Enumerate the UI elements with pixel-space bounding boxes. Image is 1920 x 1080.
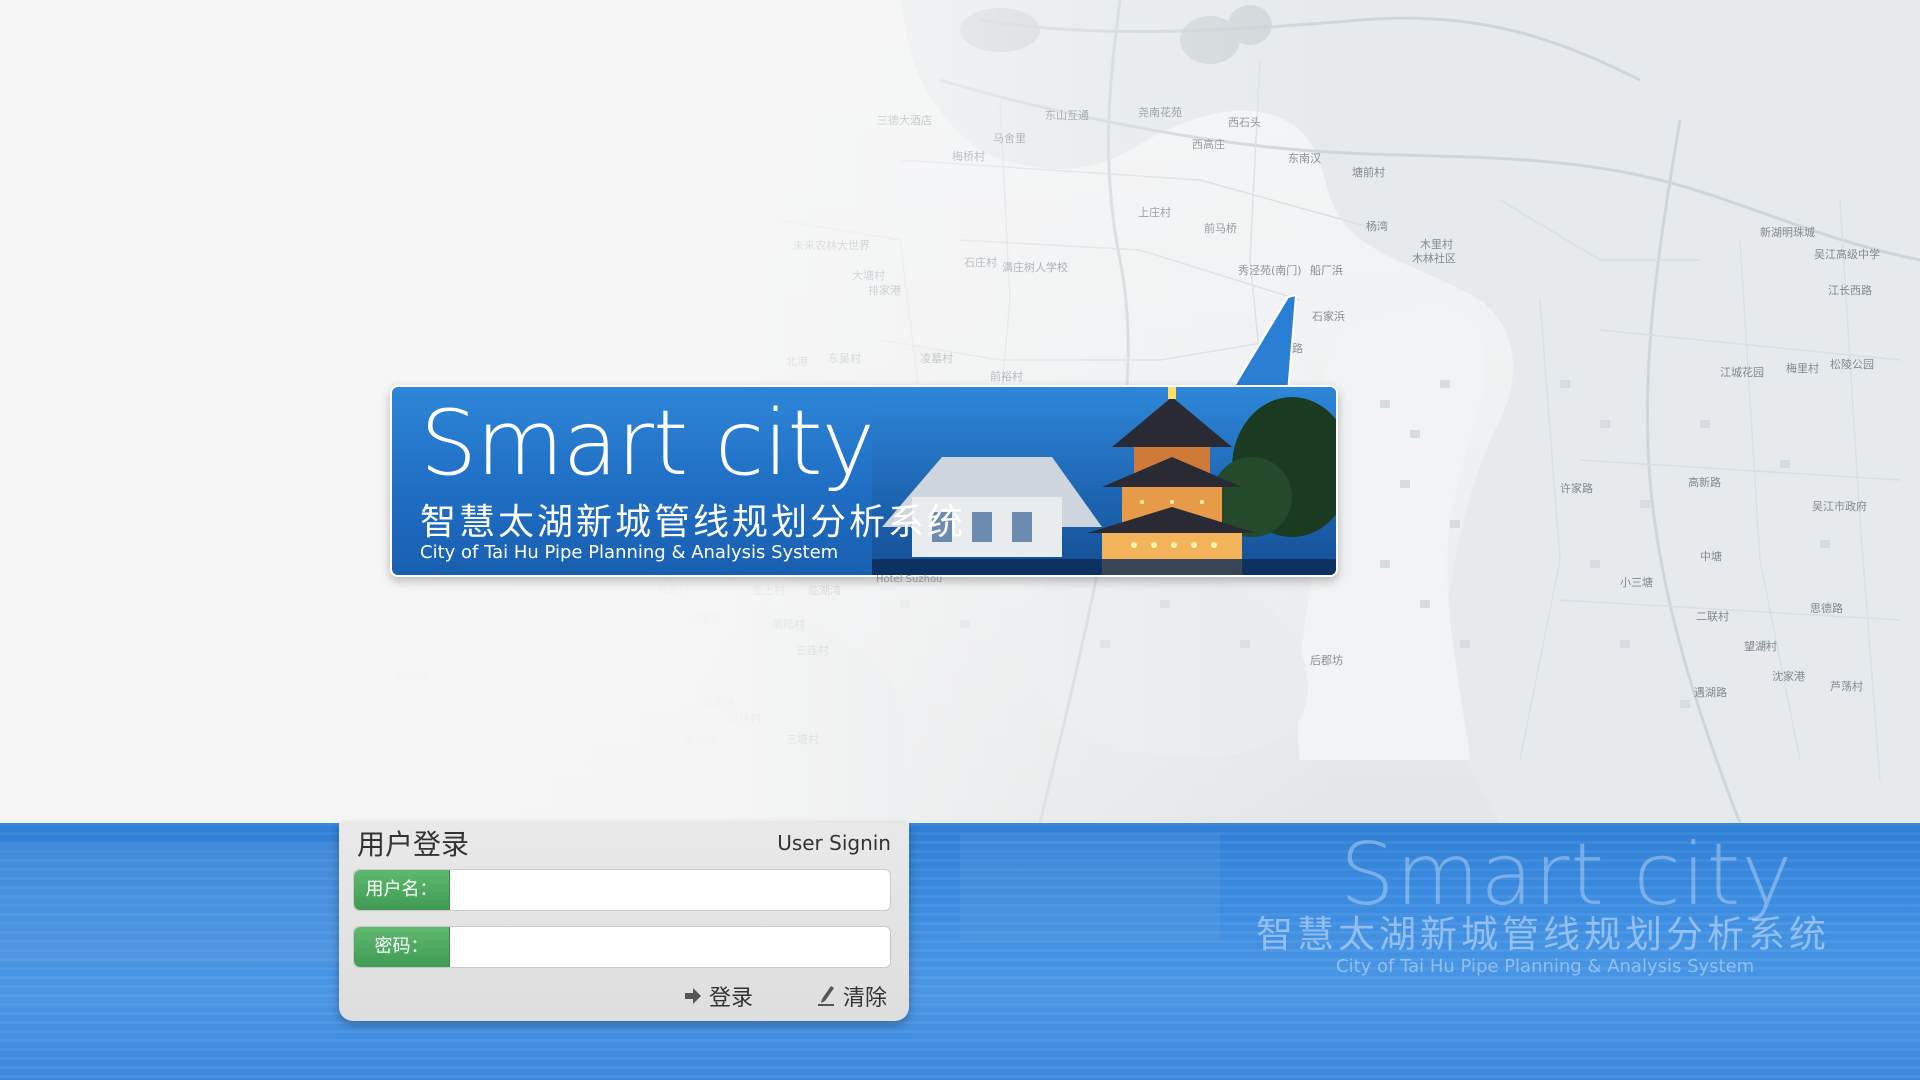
svg-text:石家浜: 石家浜 — [1312, 309, 1345, 323]
svg-text:秀泾苑(南门): 秀泾苑(南门) — [1238, 263, 1302, 277]
svg-text:梅桥村: 梅桥村 — [952, 149, 985, 163]
banner-subtitle-en: City of Tai Hu Pipe Planning & Analysis … — [420, 542, 839, 563]
svg-text:中塘: 中塘 — [1700, 549, 1722, 563]
pen-icon — [818, 986, 834, 1006]
svg-text:梅里村: 梅里村 — [1786, 361, 1819, 375]
login-panel: 用户登录 User Signin 用户名： 密码： 登录 清除 — [339, 823, 909, 1021]
svg-text:沈家港: 沈家港 — [1772, 669, 1805, 683]
svg-text:小三塘: 小三塘 — [1620, 575, 1653, 589]
svg-text:许家路: 许家路 — [1560, 481, 1593, 495]
login-button-label: 登录 — [709, 986, 754, 1011]
svg-text:木里村: 木里村 — [1420, 237, 1453, 251]
svg-text:吴江市政府: 吴江市政府 — [1812, 499, 1867, 513]
password-input[interactable] — [452, 929, 886, 965]
svg-text:临湖湾: 临湖湾 — [808, 583, 841, 597]
svg-text:石庄村: 石庄村 — [964, 255, 997, 269]
svg-text:未来农林大世界: 未来农林大世界 — [793, 238, 870, 252]
svg-text:木林社区: 木林社区 — [1412, 251, 1456, 265]
password-label: 密码： — [354, 927, 450, 967]
svg-text:大塘村: 大塘村 — [852, 268, 885, 282]
banner-subtitle-cn: 智慧太湖新城管线规划分析系统 — [420, 502, 967, 543]
svg-text:前马桥: 前马桥 — [1204, 221, 1237, 235]
svg-text:芦荡村: 芦荡村 — [1830, 679, 1863, 693]
svg-text:望湖村: 望湖村 — [1744, 639, 1777, 653]
banner-title: Smart city — [420, 391, 875, 496]
svg-text:白马涧: 白马涧 — [394, 669, 427, 683]
svg-text:马舍里: 马舍里 — [993, 131, 1026, 145]
svg-text:前陆村: 前陆村 — [772, 617, 805, 631]
svg-text:船厂浜: 船厂浜 — [1310, 263, 1343, 277]
svg-text:杨湾: 杨湾 — [1366, 219, 1388, 233]
svg-text:东南汉: 东南汉 — [1288, 152, 1321, 165]
svg-text:前陆村: 前陆村 — [728, 711, 761, 725]
pagoda-photo — [872, 387, 1336, 575]
login-button[interactable]: 登录 — [683, 981, 753, 1011]
svg-text:金上村: 金上村 — [752, 583, 785, 597]
svg-text:尧南花苑: 尧南花苑 — [1138, 106, 1182, 119]
reflection-block — [0, 843, 340, 963]
svg-text:东山互通: 东山互通 — [1045, 109, 1089, 122]
svg-text:三塘村: 三塘村 — [786, 732, 819, 746]
svg-text:松陵公园: 松陵公园 — [1830, 357, 1874, 371]
svg-text:三德大酒店: 三德大酒店 — [877, 113, 932, 127]
svg-text:上庄村: 上庄村 — [1138, 205, 1171, 219]
login-title: 用户登录 — [357, 828, 470, 861]
svg-text:吴江高级中学: 吴江高级中学 — [1814, 247, 1880, 261]
svg-text:凌墓村: 凌墓村 — [920, 351, 953, 365]
svg-text:西高庄: 西高庄 — [1192, 137, 1225, 151]
username-label: 用户名： — [354, 870, 450, 910]
svg-text:北港: 北港 — [786, 355, 808, 368]
password-field: 密码： — [353, 926, 891, 968]
watermark-subtitle-cn: 智慧太湖新城管线规划分析系统 — [1256, 913, 1830, 956]
clear-button[interactable]: 清除 — [817, 981, 887, 1011]
svg-text:排家港: 排家港 — [868, 283, 901, 297]
username-field: 用户名： — [353, 869, 891, 911]
svg-text:江长西路: 江长西路 — [1828, 284, 1872, 297]
svg-text:塘前村: 塘前村 — [1352, 165, 1385, 179]
svg-text:二联村: 二联村 — [1696, 609, 1729, 623]
svg-text:思德路: 思德路 — [1810, 601, 1843, 615]
reflection-block — [960, 833, 1220, 943]
svg-text:江城花园: 江城花园 — [1720, 366, 1764, 379]
watermark-subtitle-en: City of Tai Hu Pipe Planning & Analysis … — [1336, 956, 1755, 977]
svg-text:北西墩: 北西墩 — [702, 696, 735, 710]
svg-text:火烧浜: 火烧浜 — [688, 612, 721, 625]
arrow-right-icon — [685, 988, 701, 1004]
clear-button-label: 清除 — [843, 986, 888, 1011]
svg-text:东吴村: 东吴村 — [828, 351, 861, 365]
svg-text:满庄树人学校: 满庄树人学校 — [1002, 260, 1068, 274]
username-input[interactable] — [452, 872, 886, 908]
photo-caption: Hotel Suzhou — [876, 574, 943, 585]
title-banner: Smart city 智慧太湖新城管线规划分析系统 City of Tai Hu… — [390, 385, 1338, 577]
svg-text:三连村: 三连村 — [796, 643, 829, 657]
svg-text:新湖明珠城: 新湖明珠城 — [1760, 225, 1815, 239]
svg-text:南西墩: 南西墩 — [684, 733, 717, 747]
svg-text:西石头: 西石头 — [1228, 116, 1261, 129]
svg-text:遇湖路: 遇湖路 — [1694, 686, 1727, 699]
svg-text:高新路: 高新路 — [1688, 475, 1721, 489]
svg-text:后郡坊: 后郡坊 — [1310, 653, 1343, 667]
svg-text:黄墅村: 黄墅村 — [656, 581, 689, 595]
login-title-en: User Signin — [777, 831, 891, 855]
svg-text:前裕村: 前裕村 — [990, 369, 1023, 383]
